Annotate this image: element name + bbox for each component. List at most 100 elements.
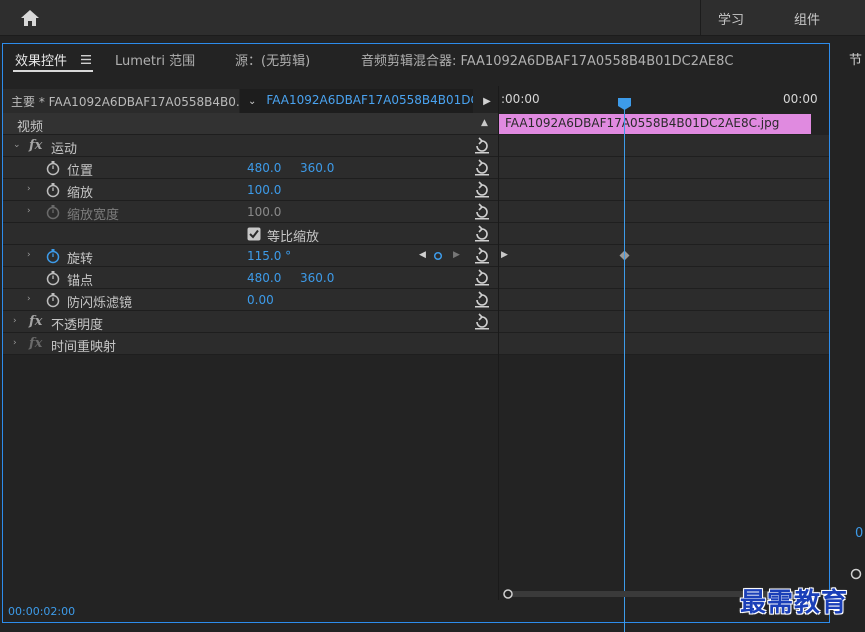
- timeline-row: [499, 223, 829, 245]
- master-clip-label[interactable]: 主要 * FAA1092A6DBAF17A0558B4B0...: [3, 89, 239, 113]
- reset-icon[interactable]: [473, 225, 491, 243]
- current-time[interactable]: 00:00:02:00: [8, 605, 75, 618]
- prop-row-scale-width[interactable]: › 缩放宽度 100.0: [3, 201, 498, 223]
- effect-timeline: :00:00 00:00 FAA1092A6DBAF17A0558B4B01DC…: [499, 86, 829, 632]
- clip-bar[interactable]: FAA1092A6DBAF17A0558B4B01DC2AE8C.jpg: [499, 114, 811, 134]
- reset-icon[interactable]: [473, 313, 491, 331]
- prop-row-scale[interactable]: › 缩放 100.0: [3, 179, 498, 201]
- stopwatch-icon[interactable]: [45, 182, 61, 198]
- effect-row-time-remap[interactable]: › fx 时间重映射: [3, 333, 498, 355]
- expand-chevron-icon[interactable]: ›: [13, 316, 17, 326]
- sequence-clip-label: FAA1092A6DBAF17A0558B4B01DC...: [266, 93, 473, 107]
- expand-chevron-icon[interactable]: ⌄: [13, 140, 21, 150]
- uniform-scale-checkbox[interactable]: [247, 227, 261, 241]
- tab-source[interactable]: 源：(无剪辑): [235, 50, 310, 69]
- stopwatch-icon[interactable]: [45, 270, 61, 286]
- side-panel-label[interactable]: 节: [849, 49, 862, 68]
- effect-controls-panel: 效果控件 Lumetri 范围 源：(无剪辑) 音频剪辑混合器: FAA1092…: [2, 43, 830, 632]
- reset-icon[interactable]: [473, 137, 491, 155]
- playhead-handle-icon[interactable]: [618, 98, 631, 110]
- prop-label: 旋转: [67, 252, 94, 267]
- stopwatch-icon[interactable]: [45, 292, 61, 308]
- reset-icon[interactable]: [473, 203, 491, 221]
- tab-effect-controls[interactable]: 效果控件: [15, 50, 67, 69]
- expand-chevron-icon[interactable]: ›: [13, 338, 17, 348]
- expand-chevron-icon[interactable]: ›: [27, 206, 31, 216]
- side-panel-value: 0: [855, 526, 864, 541]
- prop-row-rotation[interactable]: › 旋转 115.0 ° ◀ ▶: [3, 245, 498, 267]
- fx-icon: fx: [29, 138, 43, 153]
- tab-lumetri-scopes[interactable]: Lumetri 范围: [115, 50, 195, 69]
- tab-audio-clip-mixer[interactable]: 音频剪辑混合器: FAA1092A6DBAF17A0558B4B01DC2AE8…: [361, 50, 733, 69]
- anti-flicker-value[interactable]: 0.00: [247, 293, 274, 307]
- timeline-row-rotation: ▶: [499, 245, 829, 267]
- side-knob-icon[interactable]: [850, 568, 862, 580]
- reset-icon[interactable]: [473, 181, 491, 199]
- panel-tabs: 效果控件 Lumetri 范围 源：(无剪辑) 音频剪辑混合器: FAA1092…: [3, 44, 829, 74]
- effect-row-motion[interactable]: ⌄ fx 运动: [3, 135, 498, 157]
- expand-chevron-icon[interactable]: ›: [27, 294, 31, 304]
- anchor-y-value[interactable]: 360.0: [300, 271, 334, 285]
- video-section-header: 视频 ▲: [3, 113, 498, 135]
- reset-icon[interactable]: [473, 159, 491, 177]
- timeline-row: [499, 135, 829, 157]
- prop-label: 防闪烁滤镜: [67, 296, 133, 311]
- fx-icon: fx: [29, 336, 43, 351]
- video-label: 视频: [17, 120, 44, 135]
- play-triangle-icon: ▶: [483, 95, 491, 107]
- anchor-x-value[interactable]: 480.0: [247, 271, 281, 285]
- timeline-row: [499, 289, 829, 311]
- prop-row-position[interactable]: 位置 480.0 360.0: [3, 157, 498, 179]
- sequence-clip-dropdown[interactable]: ⌄ FAA1092A6DBAF17A0558B4B01DC...: [240, 89, 473, 113]
- right-side-panel: 节: [835, 43, 865, 631]
- ruler-end-time: 00:00: [783, 92, 818, 106]
- watermark-logo: 最需教育: [740, 588, 849, 618]
- add-keyframe-icon[interactable]: [433, 251, 443, 261]
- timeline-row: [499, 179, 829, 201]
- effect-label: 运动: [51, 142, 78, 157]
- prev-keyframe-icon[interactable]: ◀: [419, 250, 426, 260]
- next-keyframe-icon[interactable]: ▶: [453, 250, 460, 260]
- time-ruler[interactable]: :00:00 00:00: [499, 88, 829, 114]
- effect-label: 时间重映射: [51, 340, 117, 355]
- effect-label: 不透明度: [51, 318, 104, 333]
- prop-row-uniform-scale: 等比缩放: [3, 223, 498, 245]
- stopwatch-active-icon[interactable]: [45, 248, 61, 264]
- prop-label: 缩放: [67, 186, 94, 201]
- timeline-row: [499, 267, 829, 289]
- home-button[interactable]: [8, 4, 52, 32]
- uniform-scale-label: 等比缩放: [267, 230, 320, 245]
- scale-width-value: 100.0: [247, 205, 282, 219]
- effect-row-opacity[interactable]: › fx 不透明度: [3, 311, 498, 333]
- expand-chevron-icon[interactable]: ›: [27, 184, 31, 194]
- position-x-value[interactable]: 480.0: [247, 161, 281, 175]
- reset-icon[interactable]: [473, 269, 491, 287]
- home-icon: [21, 10, 39, 26]
- scale-value[interactable]: 100.0: [247, 183, 281, 197]
- effect-properties: 主要 * FAA1092A6DBAF17A0558B4B0... ⌄ FAA109…: [3, 86, 498, 600]
- prop-label: 位置: [67, 164, 94, 179]
- reset-icon[interactable]: [473, 291, 491, 309]
- prop-row-anchor[interactable]: 锚点 480.0 360.0: [3, 267, 498, 289]
- workspace-components[interactable]: 组件: [794, 9, 820, 28]
- chevron-down-icon: ⌄: [248, 96, 257, 107]
- timeline-row: [499, 311, 829, 333]
- collapse-up-icon[interactable]: ▲: [481, 118, 488, 128]
- prop-row-anti-flicker[interactable]: › 防闪烁滤镜 0.00: [3, 289, 498, 311]
- fx-icon: fx: [29, 314, 43, 329]
- position-y-value[interactable]: 360.0: [300, 161, 334, 175]
- active-tab-underline: [13, 70, 93, 72]
- hamburger-icon[interactable]: [81, 55, 91, 64]
- reset-icon[interactable]: [473, 247, 491, 265]
- rotation-value[interactable]: 115.0 °: [247, 249, 291, 263]
- stopwatch-icon: [46, 205, 60, 220]
- expand-chevron-icon[interactable]: ›: [27, 250, 31, 260]
- prop-label: 缩放宽度: [67, 208, 120, 223]
- stopwatch-icon[interactable]: [45, 160, 61, 176]
- workspace-separator: [700, 0, 701, 36]
- timeline-row: [499, 201, 829, 223]
- playhead-line[interactable]: [624, 100, 625, 632]
- toggle-timeline-button[interactable]: ▶: [476, 89, 498, 113]
- workspace-learn[interactable]: 学习: [718, 9, 744, 28]
- ruler-start-time: :00:00: [501, 92, 540, 106]
